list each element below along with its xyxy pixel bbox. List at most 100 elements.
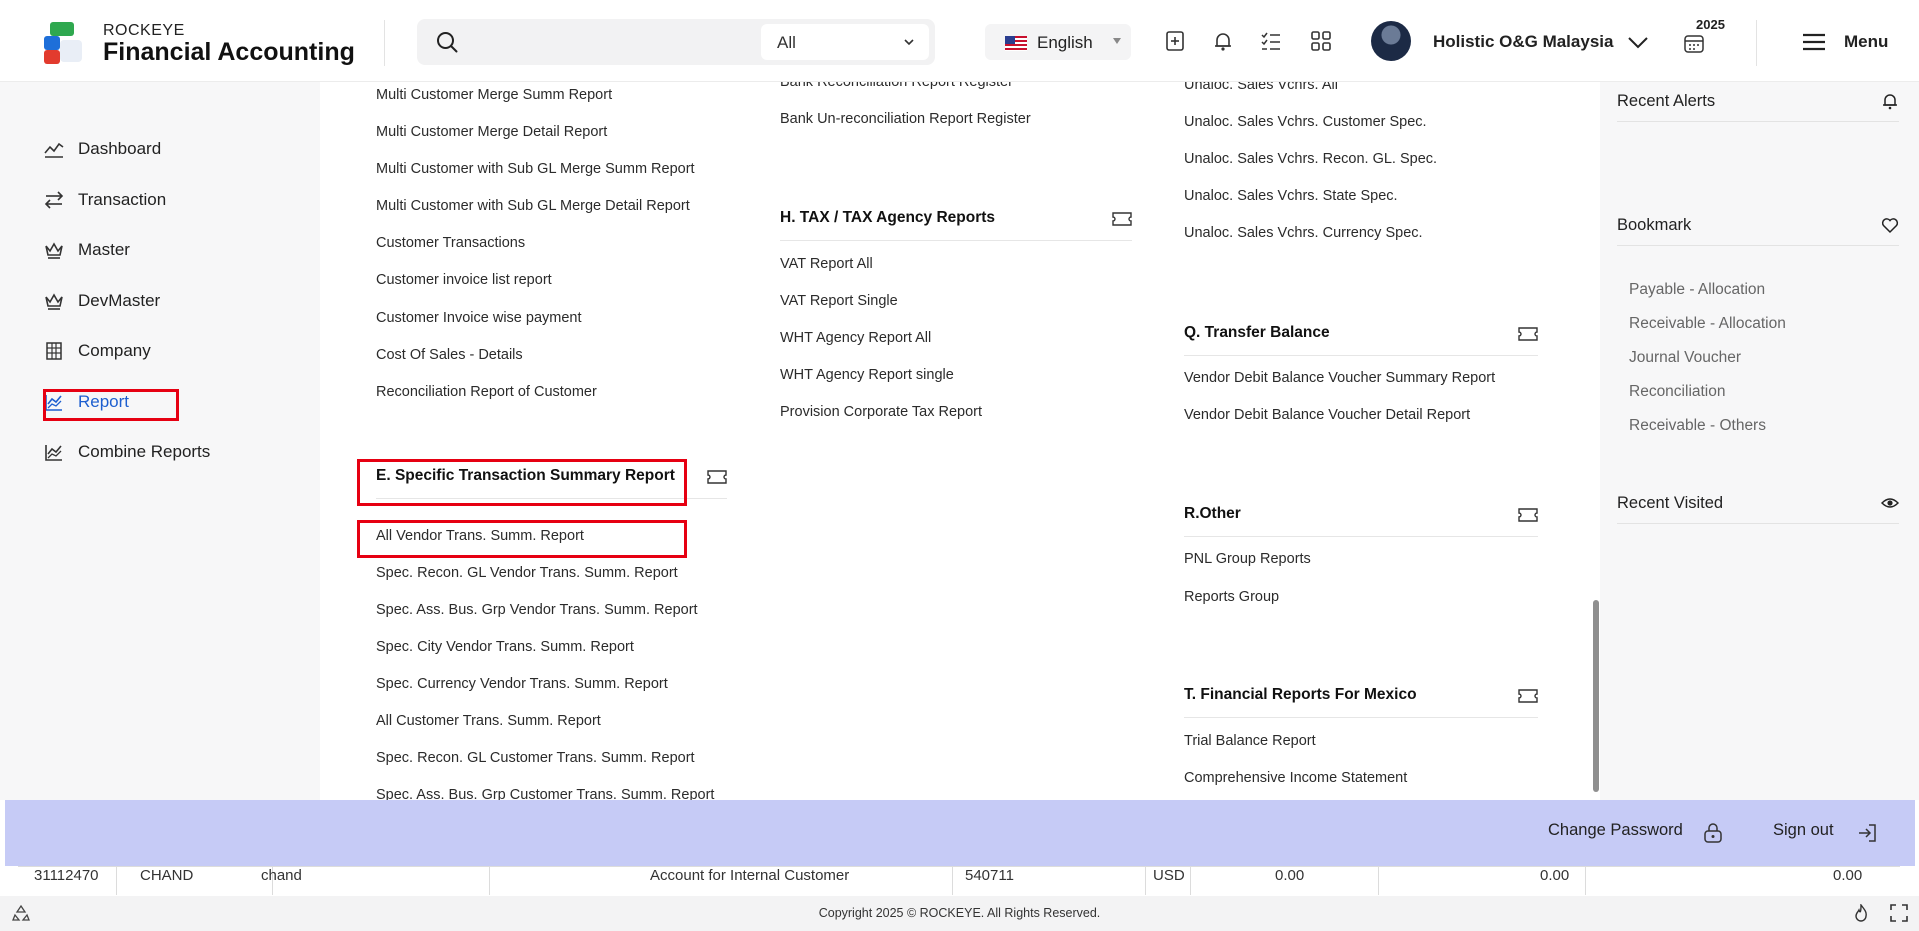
report-link[interactable]: PNL Group Reports <box>1184 551 1311 567</box>
change-password-button[interactable]: Change Password <box>1548 821 1683 840</box>
recent-visited-header: Recent Visited <box>1617 484 1899 524</box>
report-link[interactable]: Multi Customer Merge Detail Report <box>376 124 607 140</box>
report-link[interactable]: Multi Customer Merge Summ Report <box>376 87 612 103</box>
section-header-h: H. TAX / TAX Agency Reports <box>780 197 1132 241</box>
eye-icon[interactable] <box>1881 494 1899 512</box>
apps-grid-icon[interactable] <box>1309 29 1333 53</box>
sidebar-item-dashboard[interactable]: Dashboard <box>44 134 161 164</box>
bookmark-title: Bookmark <box>1617 216 1692 234</box>
hamburger-icon <box>1803 33 1825 51</box>
lock-icon[interactable] <box>1702 822 1724 844</box>
report-link[interactable]: Spec. Ass. Bus. Grp Vendor Trans. Summ. … <box>376 602 698 618</box>
content-scrollbar[interactable] <box>1593 600 1599 792</box>
rockeye-logo[interactable] <box>44 22 82 64</box>
avatar[interactable] <box>1371 21 1411 61</box>
report-link[interactable]: Customer Invoice wise payment <box>376 310 582 326</box>
sidebar-item-label: Transaction <box>78 190 167 209</box>
language-select[interactable]: English <box>985 24 1131 60</box>
add-bookmark-icon[interactable] <box>1163 29 1187 53</box>
chevron-down-icon[interactable] <box>1626 32 1650 52</box>
report-link[interactable]: Spec. Recon. GL Customer Trans. Summ. Re… <box>376 750 695 766</box>
bookmark-item[interactable]: Reconciliation <box>1629 383 1726 401</box>
report-link[interactable]: Unaloc. Sales Vchrs. Recon. GL. Spec. <box>1184 151 1437 167</box>
right-panel: Recent Alerts Bookmark Recent Visited <box>1600 82 1919 800</box>
report-link[interactable]: Multi Customer with Sub GL Merge Detail … <box>376 198 690 214</box>
report-link[interactable]: Unaloc. Sales Vchrs. Customer Spec. <box>1184 114 1427 130</box>
ticket-icon[interactable] <box>1112 211 1132 227</box>
bookmark-item[interactable]: Payable - Allocation <box>1629 281 1765 299</box>
recent-visited-title: Recent Visited <box>1617 494 1724 512</box>
us-flag-icon <box>1005 36 1027 51</box>
report-link[interactable]: Unaloc. Sales Vchrs. All <box>1184 82 1338 93</box>
table-cell: CHAND <box>140 867 194 884</box>
ticket-icon[interactable] <box>1518 688 1538 704</box>
report-link[interactable]: Cost Of Sales - Details <box>376 347 523 363</box>
app-title: Financial Accounting <box>103 38 355 66</box>
report-link[interactable]: WHT Agency Report single <box>780 367 954 383</box>
bookmark-item[interactable]: Journal Voucher <box>1629 349 1741 367</box>
ticket-icon[interactable] <box>1518 326 1538 342</box>
sidebar-item-label: Company <box>78 341 151 360</box>
column-divider <box>489 867 490 895</box>
sign-out-icon[interactable] <box>1856 822 1878 844</box>
checklist-icon[interactable] <box>1259 29 1283 53</box>
table-cell: Account for Internal Customer <box>650 867 850 884</box>
report-link[interactable]: VAT Report All <box>780 256 873 272</box>
header-divider <box>384 20 385 66</box>
user-name[interactable]: Holistic O&G Malaysia <box>1433 32 1613 52</box>
flame-icon[interactable] <box>1852 904 1870 922</box>
search-input[interactable] <box>475 27 775 57</box>
report-link[interactable]: Bank Un-reconciliation Report Register <box>780 111 1031 127</box>
sidebar-item-label: Dashboard <box>78 139 162 158</box>
header-divider <box>1756 20 1757 66</box>
menu-button[interactable]: Menu <box>1800 30 1890 54</box>
report-link[interactable]: Spec. City Vendor Trans. Summ. Report <box>376 639 634 655</box>
recent-alerts-title: Recent Alerts <box>1617 92 1716 110</box>
bell-icon[interactable] <box>1211 29 1235 53</box>
sidebar-item-combine-reports[interactable]: Combine Reports <box>44 437 210 467</box>
recent-alerts-header: Recent Alerts <box>1617 82 1899 122</box>
section-title: T. Financial Reports For Mexico <box>1184 686 1417 703</box>
bookmark-item[interactable]: Receivable - Others <box>1629 417 1766 435</box>
report-link[interactable]: Customer invoice list report <box>376 272 552 288</box>
search-icon[interactable] <box>435 30 459 54</box>
report-link[interactable]: Vendor Debit Balance Voucher Summary Rep… <box>1184 370 1495 386</box>
fullscreen-icon[interactable] <box>1890 904 1908 922</box>
report-link[interactable]: Unaloc. Sales Vchrs. State Spec. <box>1184 188 1398 204</box>
report-link[interactable]: VAT Report Single <box>780 293 898 309</box>
report-link[interactable]: Spec. Recon. GL Vendor Trans. Summ. Repo… <box>376 565 678 581</box>
report-link[interactable]: Vendor Debit Balance Voucher Detail Repo… <box>1184 407 1470 423</box>
calendar-icon[interactable] <box>1683 32 1705 54</box>
highlight-report <box>43 389 179 421</box>
ticket-icon[interactable] <box>1518 507 1538 523</box>
report-link[interactable]: Bank Reconciliation Report Register <box>780 82 1013 90</box>
report-link[interactable]: Reconciliation Report of Customer <box>376 384 597 400</box>
sidebar-item-company[interactable]: Company <box>44 336 151 366</box>
account-action-bar: Change Password Sign out <box>5 800 1915 866</box>
heart-icon[interactable] <box>1881 216 1899 234</box>
ticket-icon[interactable] <box>707 469 727 485</box>
report-link[interactable]: Trial Balance Report <box>1184 733 1316 749</box>
arrows-exchange-icon <box>44 191 64 209</box>
report-link[interactable]: Multi Customer with Sub GL Merge Summ Re… <box>376 161 695 177</box>
report-link[interactable]: Provision Corporate Tax Report <box>780 404 982 420</box>
report-link[interactable]: Customer Transactions <box>376 235 525 251</box>
search-scope-select[interactable]: All <box>761 24 929 60</box>
report-link[interactable]: Spec. Ass. Bus. Grp Customer Trans. Summ… <box>376 787 714 800</box>
bell-icon[interactable] <box>1881 92 1899 110</box>
report-link[interactable]: Spec. Currency Vendor Trans. Summ. Repor… <box>376 676 668 692</box>
table-cell: 0.00 <box>1833 867 1863 884</box>
highlight-section-e-header <box>357 459 687 506</box>
bookmark-item[interactable]: Receivable - Allocation <box>1629 315 1786 333</box>
report-link[interactable]: WHT Agency Report All <box>780 330 931 346</box>
report-link[interactable]: All Customer Trans. Summ. Report <box>376 713 601 729</box>
sidebar-item-master[interactable]: Master <box>44 235 130 265</box>
table-cell: 31112470 <box>34 867 99 884</box>
sidebar-item-transaction[interactable]: Transaction <box>44 185 166 215</box>
report-link[interactable]: Comprehensive Income Statement <box>1184 770 1407 786</box>
search-scope-value: All <box>777 33 796 52</box>
report-link[interactable]: Unaloc. Sales Vchrs. Currency Spec. <box>1184 225 1423 241</box>
sidebar-item-devmaster[interactable]: DevMaster <box>44 286 160 316</box>
report-link[interactable]: Reports Group <box>1184 589 1279 605</box>
sign-out-button[interactable]: Sign out <box>1773 821 1834 840</box>
